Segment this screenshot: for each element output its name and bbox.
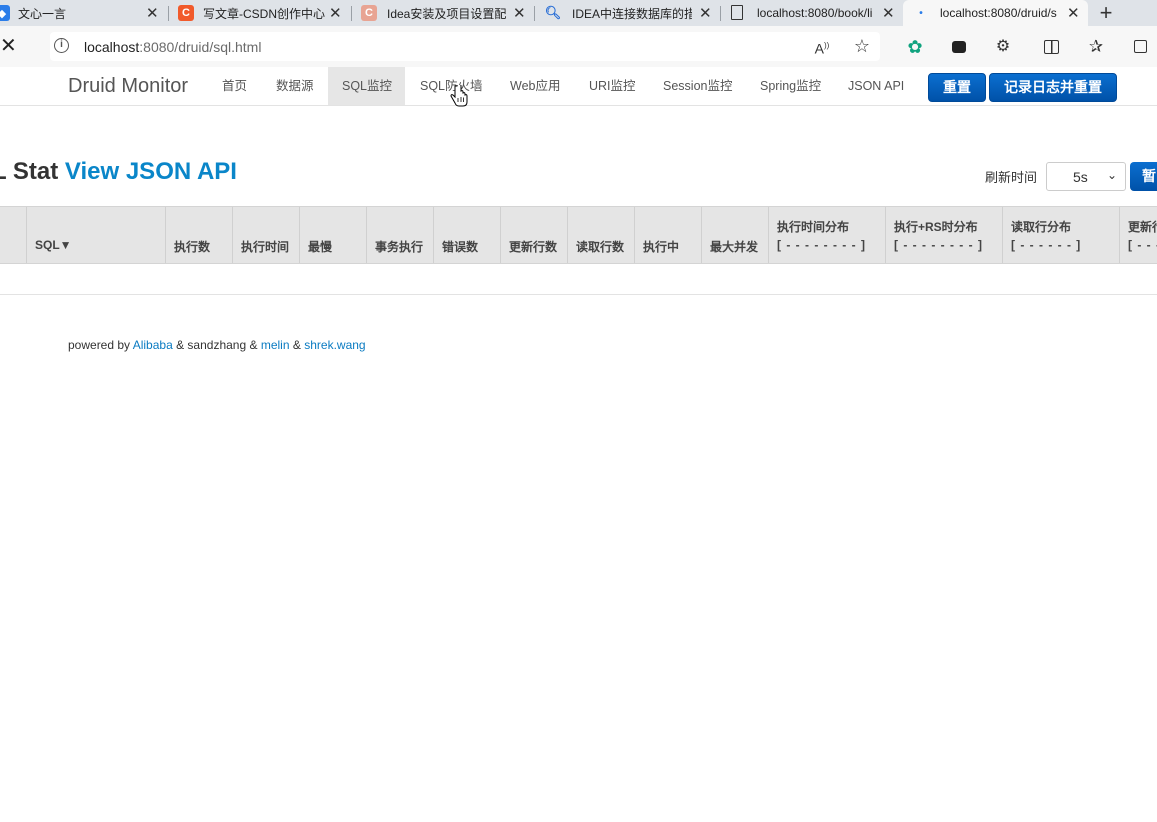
info-icon[interactable]: i	[54, 38, 69, 53]
extension-icon[interactable]	[949, 37, 969, 57]
new-tab-icon[interactable]: +	[1094, 0, 1118, 26]
table-bottom-border	[0, 294, 1157, 295]
column-header-update-rows-histogram[interactable]: 更新行[ - - -	[1119, 207, 1157, 263]
hand-cursor-icon	[450, 85, 468, 107]
favorites-icon[interactable]: ✰	[1086, 37, 1106, 57]
column-header-update-rows[interactable]: 更新行数	[500, 207, 567, 263]
reset-button[interactable]: 重置	[928, 73, 986, 102]
nav-uri-monitor[interactable]: URI监控	[575, 67, 650, 105]
search-icon: 🔍︎	[544, 5, 562, 20]
close-icon[interactable]: ✕	[882, 4, 895, 22]
column-header-exec-rs-histogram[interactable]: 执行+RS时分布[ - - - - - - - - ]	[885, 207, 1002, 263]
tab-wenxin[interactable]: ◆ 文心一言 ✕	[0, 0, 168, 26]
pause-button[interactable]: 暂	[1130, 162, 1157, 191]
alibaba-link[interactable]: Alibaba	[133, 338, 173, 352]
column-header-read-rows-histogram[interactable]: 读取行分布[ - - - - - - ]	[1002, 207, 1119, 263]
druid-navbar: Druid Monitor 首页 数据源 SQL监控 SQL防火墙 Web应用 …	[0, 67, 1157, 106]
page-icon	[731, 5, 743, 20]
nav-home[interactable]: 首页	[208, 67, 261, 105]
nav-sql-monitor[interactable]: SQL监控	[328, 67, 405, 105]
close-icon[interactable]: ✕	[146, 4, 159, 22]
melin-link[interactable]: melin	[261, 338, 290, 352]
close-icon[interactable]: ✕	[513, 4, 526, 22]
brand-logo[interactable]: Druid Monitor	[68, 75, 188, 98]
csdn-icon: C	[178, 5, 194, 21]
nav-json-api[interactable]: JSON API	[834, 67, 918, 105]
chevron-down-icon: ⌄	[1106, 168, 1117, 182]
tab-csdn-write[interactable]: C 写文章-CSDN创作中心 ✕	[169, 0, 351, 26]
tab-idea-install[interactable]: C Idea安装及项目设置配 ✕	[352, 0, 534, 26]
sql-stat-table-header: SQL▼ 执行数 执行时间 最慢 事务执行 错误数 更新行数 读取行数 执行中 …	[0, 206, 1157, 264]
shrek-wang-link[interactable]: shrek.wang	[304, 338, 365, 352]
column-header-running[interactable]: 执行中	[634, 207, 701, 263]
view-json-api-link[interactable]: View JSON API	[65, 158, 237, 185]
close-icon[interactable]: ✕	[699, 4, 712, 22]
url-text: localhost:8080/druid/sql.html	[84, 39, 262, 55]
csdn-icon: C	[361, 5, 377, 21]
nav-datasource[interactable]: 数据源	[262, 67, 328, 105]
stop-loading-icon[interactable]: ✕	[0, 36, 18, 56]
favorite-star-icon[interactable]: ☆	[852, 36, 872, 56]
split-screen-icon[interactable]	[1041, 37, 1061, 57]
collections-icon[interactable]	[1130, 37, 1150, 57]
column-header-transaction[interactable]: 事务执行	[366, 207, 433, 263]
refresh-label: 刷新时间	[985, 170, 1038, 185]
column-header-max-concurrent[interactable]: 最大并发	[701, 207, 768, 263]
close-icon[interactable]: ✕	[1067, 4, 1080, 22]
column-header-errors[interactable]: 错误数	[433, 207, 500, 263]
nav-web-app[interactable]: Web应用	[496, 67, 574, 105]
tab-idea-db[interactable]: 🔍︎ IDEA中连接数据库的措 ✕	[535, 0, 720, 26]
tab-druid-sql[interactable]: • localhost:8080/druid/s ✕	[903, 0, 1088, 26]
log-and-reset-button[interactable]: 记录日志并重置	[989, 73, 1117, 102]
footer: powered by Alibaba & sandzhang & melin &…	[68, 338, 366, 352]
close-icon[interactable]: ✕	[329, 4, 342, 22]
chatgpt-extension-icon[interactable]: ✿	[905, 37, 925, 57]
address-bar[interactable]: i localhost:8080/druid/sql.html A)) ☆	[50, 32, 880, 61]
column-header-slowest[interactable]: 最慢	[299, 207, 366, 263]
browser-toolbar: ✕ i localhost:8080/druid/sql.html A)) ☆ …	[0, 26, 1157, 67]
read-aloud-icon[interactable]: A))	[812, 36, 832, 57]
column-header-read-rows[interactable]: 读取行数	[567, 207, 634, 263]
wenxin-icon: ◆	[0, 5, 10, 21]
refresh-interval-select[interactable]: 5s ⌄	[1046, 162, 1126, 191]
column-header-exec-count[interactable]: 执行数	[165, 207, 232, 263]
column-header-index	[0, 207, 26, 263]
puzzle-icon[interactable]: ⚙	[993, 37, 1013, 57]
tab-strip: ◆ 文心一言 ✕ C 写文章-CSDN创作中心 ✕ C Idea安装及项目设置配…	[0, 0, 1157, 26]
nav-session-monitor[interactable]: Session监控	[649, 67, 746, 105]
tab-book-list[interactable]: localhost:8080/book/li ✕	[721, 0, 903, 26]
nav-spring-monitor[interactable]: Spring监控	[746, 67, 835, 105]
page-title: L Stat View JSON API	[0, 158, 237, 185]
column-header-exec-time[interactable]: 执行时间	[232, 207, 299, 263]
column-header-exec-time-histogram[interactable]: 执行时间分布[ - - - - - - - - ]	[768, 207, 885, 263]
loading-icon: •	[919, 7, 923, 19]
column-header-sql[interactable]: SQL▼	[26, 207, 165, 263]
